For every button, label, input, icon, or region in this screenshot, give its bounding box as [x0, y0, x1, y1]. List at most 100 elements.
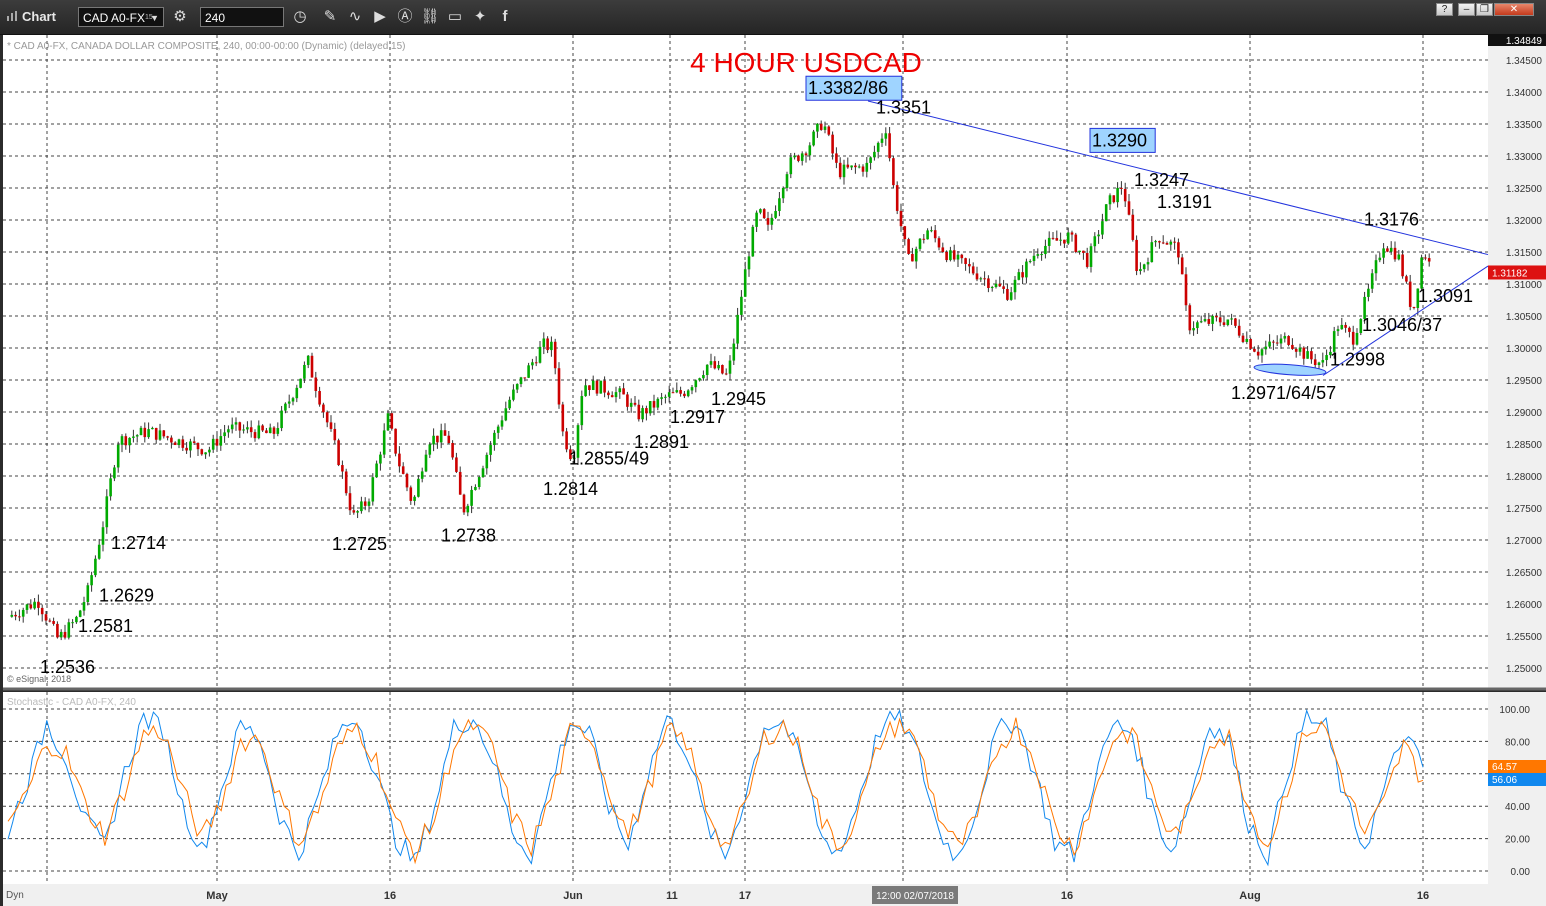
level-label: 1.3247: [1134, 170, 1189, 190]
candle-body: [1002, 286, 1005, 289]
candle-body: [816, 123, 819, 132]
candle-body: [884, 133, 888, 139]
candle-body: [1051, 237, 1055, 239]
candle-body: [132, 436, 135, 438]
candle-body: [257, 425, 261, 439]
stoch-tick-label: 20.00: [1505, 835, 1530, 846]
candle-body: [436, 435, 439, 443]
candle-body: [698, 378, 701, 381]
candle-body: [1393, 247, 1397, 260]
candle-body: [481, 468, 485, 478]
candle-body: [189, 441, 192, 451]
candle-body: [1397, 254, 1401, 260]
candle-body: [1268, 341, 1271, 347]
level-label: 1.2971/64/57: [1231, 383, 1336, 403]
candle-body: [1116, 187, 1119, 203]
candle-body: [1044, 245, 1047, 255]
level-label: 1.2998: [1330, 349, 1385, 369]
candle-body: [177, 439, 181, 446]
candle-body: [831, 134, 834, 154]
candle-body: [838, 162, 842, 178]
candle-body: [1245, 338, 1249, 342]
price-tick-label: 1.34500: [1506, 56, 1543, 67]
candle-body: [1161, 242, 1165, 244]
price-tick-label: 1.30000: [1506, 344, 1543, 355]
candle-body: [1199, 321, 1203, 323]
candle-body: [1272, 341, 1275, 343]
candle-body: [667, 392, 671, 397]
top-price-label: 1.34849: [1506, 36, 1543, 47]
candle-body: [622, 388, 625, 395]
candle-body: [1047, 237, 1051, 246]
candle-body: [968, 264, 971, 267]
candle-body: [987, 278, 990, 288]
candle-body: [485, 454, 489, 469]
candle-body: [736, 314, 739, 344]
candle-body: [1131, 214, 1135, 240]
candle-body: [876, 142, 880, 152]
level-label: 1.2814: [543, 479, 598, 499]
price-tick-label: 1.30500: [1506, 312, 1543, 323]
candle-body: [287, 401, 291, 404]
candle-body: [960, 254, 964, 259]
level-label: 1.2917: [670, 407, 725, 427]
candle-body: [633, 402, 637, 405]
candle-body: [975, 273, 979, 280]
candle-body: [303, 364, 306, 379]
candle-body: [158, 430, 162, 440]
candle-body: [1120, 187, 1123, 189]
candle-body: [728, 360, 732, 374]
candle-body: [344, 471, 348, 494]
candle-body: [542, 338, 546, 347]
candle-body: [797, 155, 800, 161]
candle-body: [227, 429, 230, 433]
price-tick-label: 1.33500: [1506, 120, 1543, 131]
candle-body: [37, 601, 40, 608]
candle-body: [679, 390, 682, 394]
level-label: 1.3091: [1418, 286, 1473, 306]
candle-body: [1074, 234, 1078, 253]
candle-body: [295, 387, 299, 399]
candle-body: [390, 413, 394, 429]
level-label: 1.3290: [1092, 130, 1147, 150]
candle-body: [1104, 204, 1108, 222]
candle-body: [648, 401, 652, 414]
candle-body: [90, 575, 93, 586]
candle-body: [751, 226, 755, 257]
chart-area[interactable]: 1.34500 1.34000 1.33500 1.33000 1.32500 1.320…: [0, 0, 1546, 906]
candle-body: [561, 404, 565, 432]
candle-body: [352, 510, 356, 513]
candle-body: [1401, 254, 1404, 277]
candle-body: [983, 278, 986, 280]
candle-body: [595, 380, 599, 394]
candle-body: [774, 210, 777, 218]
candle-body: [686, 390, 690, 397]
price-tick-label: 1.33000: [1506, 152, 1543, 163]
candle-body: [52, 621, 55, 624]
candle-body: [500, 420, 504, 427]
candle-body: [1344, 324, 1347, 328]
candle-body: [637, 404, 641, 420]
candle-body: [580, 396, 584, 426]
candle-body: [1386, 248, 1389, 252]
candle-body: [242, 429, 245, 431]
candle-body: [724, 373, 728, 375]
candle-body: [671, 392, 675, 394]
candle-body: [139, 427, 143, 436]
candle-body: [1158, 241, 1161, 243]
candle-body: [211, 438, 215, 450]
candle-body: [690, 387, 694, 391]
candle-body: [1370, 273, 1374, 289]
candle-body: [531, 362, 534, 366]
candle-body: [341, 465, 344, 472]
time-axis: [0, 884, 1546, 906]
price-tick-label: 1.26500: [1506, 568, 1543, 579]
candle-body: [705, 364, 709, 376]
candle-body: [71, 622, 74, 624]
candle-body: [268, 427, 272, 434]
candle-body: [29, 604, 33, 609]
candle-body: [470, 489, 473, 506]
candle-body: [192, 441, 196, 443]
candle-body: [496, 426, 500, 433]
candle-body: [318, 391, 321, 405]
